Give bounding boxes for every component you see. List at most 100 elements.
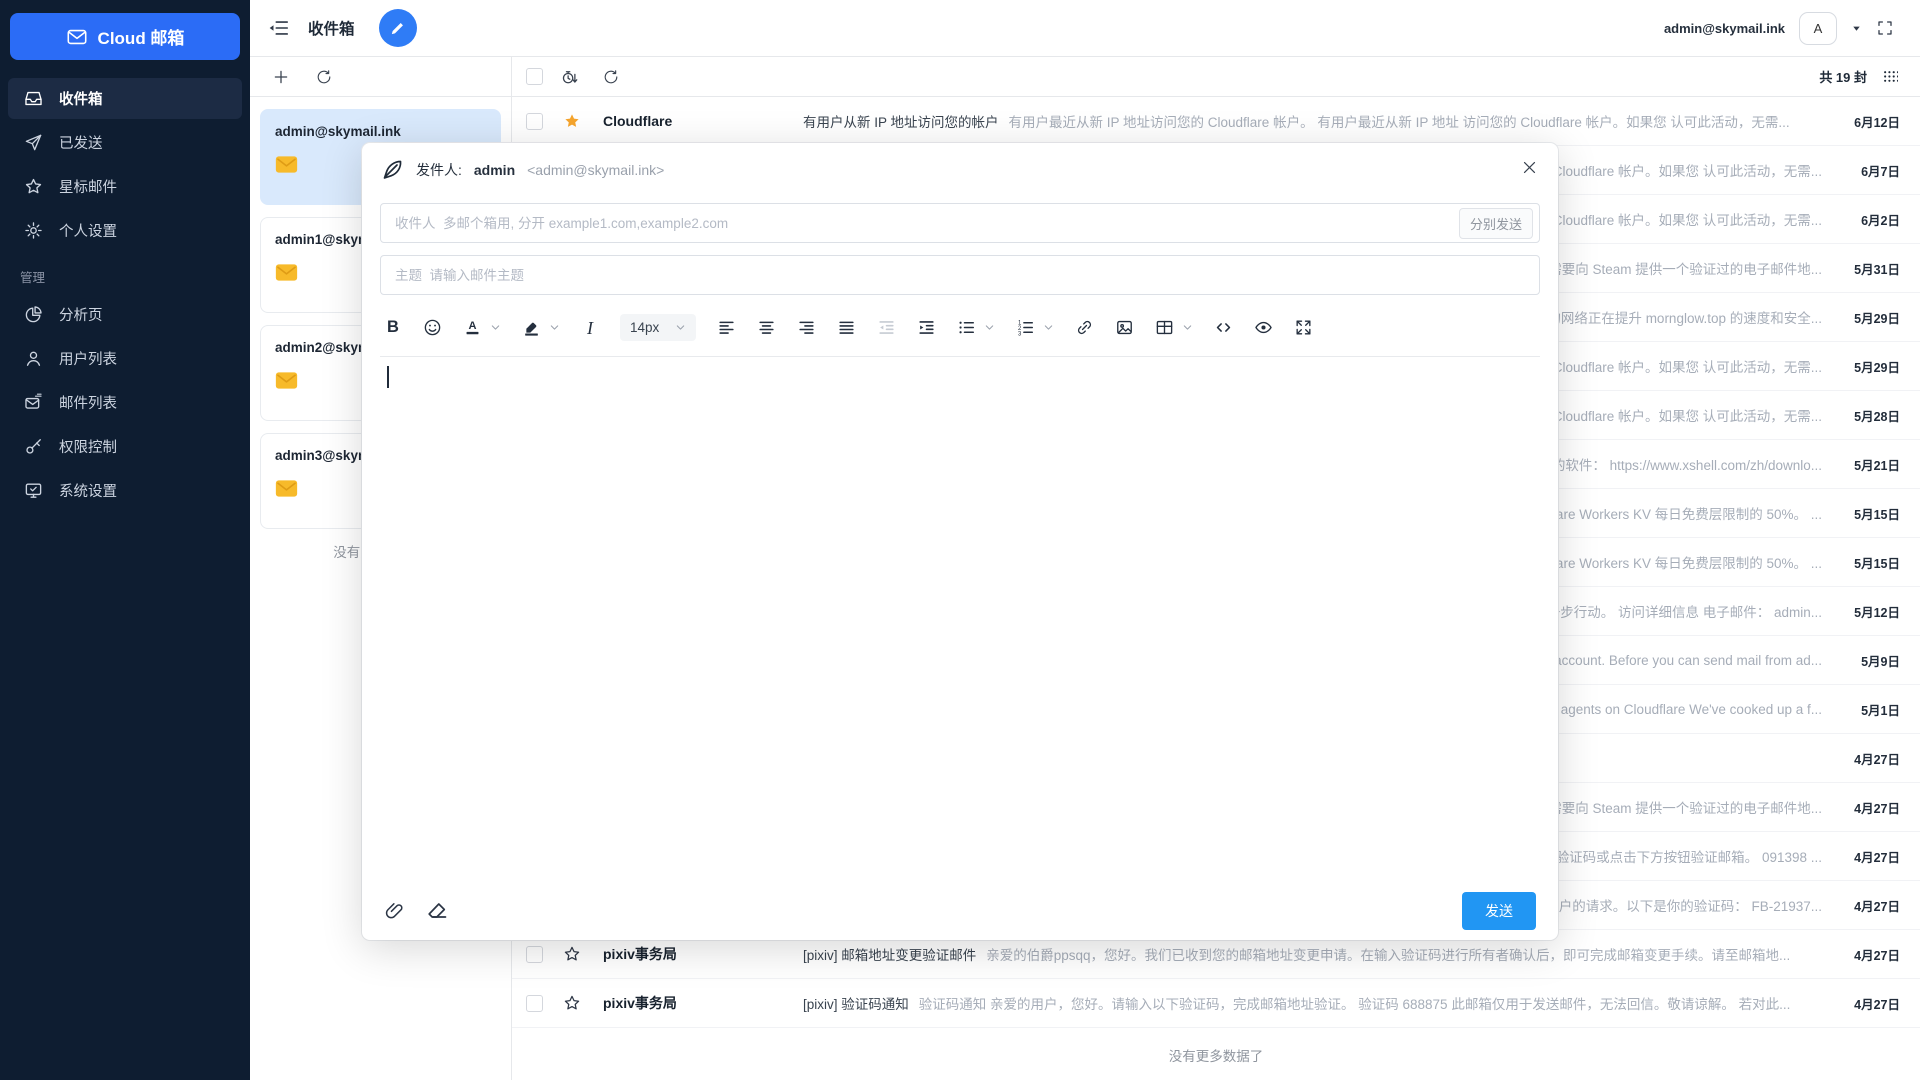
top-header: 收件箱 admin@skymail.ink A <box>250 0 1920 57</box>
email-date: 6月12日 <box>1838 112 1900 131</box>
sidebar-item-mail-list[interactable]: 邮件列表 <box>8 382 242 423</box>
sidebar-item-label: 权限控制 <box>59 436 117 457</box>
email-date: 4月27日 <box>1838 896 1900 915</box>
refresh-icon[interactable] <box>316 69 332 85</box>
email-date: 5月1日 <box>1838 700 1900 719</box>
chevron-down-icon[interactable] <box>984 322 995 333</box>
insert-table-icon[interactable] <box>1155 318 1174 338</box>
chevron-down-icon[interactable] <box>549 322 560 333</box>
emoji-icon[interactable] <box>423 318 442 338</box>
indent-icon[interactable] <box>917 318 936 338</box>
email-date: 4月27日 <box>1838 945 1900 964</box>
bullet-list-icon[interactable] <box>957 318 976 338</box>
sidebar-item-key[interactable]: 权限控制 <box>8 426 242 467</box>
grid-dots-icon[interactable] <box>1883 70 1898 83</box>
email-row[interactable]: Cloudflare有用户从新 IP 地址访问您的帐户有用户最近从新 IP 地址… <box>512 97 1920 146</box>
email-date: 5月28日 <box>1838 406 1900 425</box>
email-date: 5月15日 <box>1838 504 1900 523</box>
email-date: 6月2日 <box>1838 210 1900 229</box>
email-snippet: Cloudflare 帐户。如果您 认可此活动，无需... <box>1553 405 1822 425</box>
list-no-more-label: 没有更多数据了 <box>512 1028 1920 1082</box>
brand-button[interactable]: Cloud 邮箱 <box>10 13 240 60</box>
fullscreen-icon[interactable] <box>1876 19 1894 37</box>
select-all-checkbox[interactable] <box>526 68 543 85</box>
preview-icon[interactable] <box>1254 318 1273 338</box>
email-checkbox[interactable] <box>526 995 543 1012</box>
align-justify-icon[interactable] <box>837 318 856 338</box>
email-checkbox[interactable] <box>526 946 543 963</box>
align-right-icon[interactable] <box>797 318 816 338</box>
font-color-icon[interactable]: A <box>463 318 482 338</box>
sidebar-item-gear[interactable]: 个人设置 <box>8 210 242 251</box>
bold-icon[interactable]: B <box>384 318 402 338</box>
email-date: 4月27日 <box>1838 847 1900 866</box>
page-title: 收件箱 <box>308 17 355 39</box>
email-date: 5月29日 <box>1838 357 1900 376</box>
sidebar-item-label: 邮件列表 <box>59 392 117 413</box>
quill-icon <box>380 158 404 182</box>
avatar[interactable]: A <box>1799 12 1837 45</box>
compose-body-editor[interactable] <box>380 357 1540 882</box>
email-snippet: 有用户最近从新 IP 地址访问您的 Cloudflare 帐户。 有用户最近从新… <box>1009 111 1790 131</box>
code-view-icon[interactable] <box>1214 318 1233 338</box>
collapse-menu-icon[interactable] <box>268 17 290 39</box>
close-icon[interactable] <box>1521 159 1538 176</box>
sidebar-item-system-settings[interactable]: 系统设置 <box>8 470 242 511</box>
email-snippet: 一步行动。 访问详细信息 电子邮件： admin... <box>1547 601 1822 621</box>
sort-by-time-icon[interactable] <box>561 68 579 86</box>
account-email-label: admin@skymail.ink <box>275 124 486 139</box>
gear-icon <box>24 221 43 240</box>
insert-image-icon[interactable] <box>1115 318 1134 338</box>
highlight-icon[interactable] <box>522 318 541 338</box>
star-icon <box>24 177 43 196</box>
email-snippet: Cloudflare 帐户。如果您 认可此活动，无需... <box>1553 160 1822 180</box>
inbox-icon <box>24 89 43 108</box>
refresh-icon[interactable] <box>603 69 619 85</box>
email-row[interactable]: pixiv事务局[pixiv] 验证码通知验证码通知 亲爱的用户，您好。请输入以… <box>512 979 1920 1028</box>
chevron-down-icon <box>675 322 686 333</box>
attachment-icon[interactable] <box>384 901 405 922</box>
star-icon[interactable] <box>563 945 581 963</box>
sidebar-item-pie-chart[interactable]: 分析页 <box>8 294 242 335</box>
email-checkbox[interactable] <box>526 113 543 130</box>
subject-input[interactable] <box>393 267 1533 284</box>
email-snippet: lare Workers KV 每日免费层限制的 50%。 ... <box>1553 503 1822 523</box>
star-icon[interactable] <box>563 112 581 130</box>
chevron-down-icon[interactable] <box>1182 322 1193 333</box>
sidebar-item-inbox[interactable]: 收件箱 <box>8 78 242 119</box>
email-date: 5月29日 <box>1838 308 1900 327</box>
compose-button[interactable] <box>379 9 417 47</box>
numbered-list-icon[interactable]: 123 <box>1016 318 1035 338</box>
send-separately-button[interactable]: 分别发送 <box>1459 208 1533 239</box>
italic-icon[interactable]: I <box>581 318 599 338</box>
eraser-icon[interactable] <box>425 899 449 923</box>
add-account-icon[interactable] <box>272 68 290 86</box>
recipient-input[interactable] <box>393 215 1459 232</box>
sidebar-item-user[interactable]: 用户列表 <box>8 338 242 379</box>
pie-chart-icon <box>24 305 43 324</box>
link-icon[interactable] <box>1075 318 1094 338</box>
sidebar-item-label: 收件箱 <box>59 88 103 109</box>
caret-down-icon[interactable] <box>1851 23 1862 34</box>
sidebar-item-star[interactable]: 星标邮件 <box>8 166 242 207</box>
chevron-down-icon[interactable] <box>490 322 501 333</box>
sidebar-item-label: 分析页 <box>59 304 103 325</box>
align-left-icon[interactable] <box>717 318 736 338</box>
text-cursor <box>387 366 389 388</box>
expand-editor-icon[interactable] <box>1294 318 1313 338</box>
outdent-icon[interactable] <box>877 318 896 338</box>
header-account-email: admin@skymail.ink <box>1664 21 1785 36</box>
star-icon[interactable] <box>563 994 581 1012</box>
sidebar: Cloud 邮箱 收件箱已发送星标邮件个人设置管理分析页用户列表邮件列表权限控制… <box>0 0 250 1080</box>
email-date: 4月27日 <box>1838 798 1900 817</box>
email-date: 4月27日 <box>1838 994 1900 1013</box>
email-snippet: Cloudflare 帐户。如果您 认可此活动，无需... <box>1553 209 1822 229</box>
sidebar-item-label: 用户列表 <box>59 348 117 369</box>
send-button[interactable]: 发送 <box>1462 892 1536 930</box>
email-snippet: 的软件： https://www.xshell.com/zh/downlo... <box>1552 454 1822 474</box>
sidebar-item-send[interactable]: 已发送 <box>8 122 242 163</box>
align-center-icon[interactable] <box>757 318 776 338</box>
chevron-down-icon[interactable] <box>1043 322 1054 333</box>
font-size-select[interactable]: 14px <box>620 314 696 341</box>
from-name: admin <box>474 162 515 178</box>
